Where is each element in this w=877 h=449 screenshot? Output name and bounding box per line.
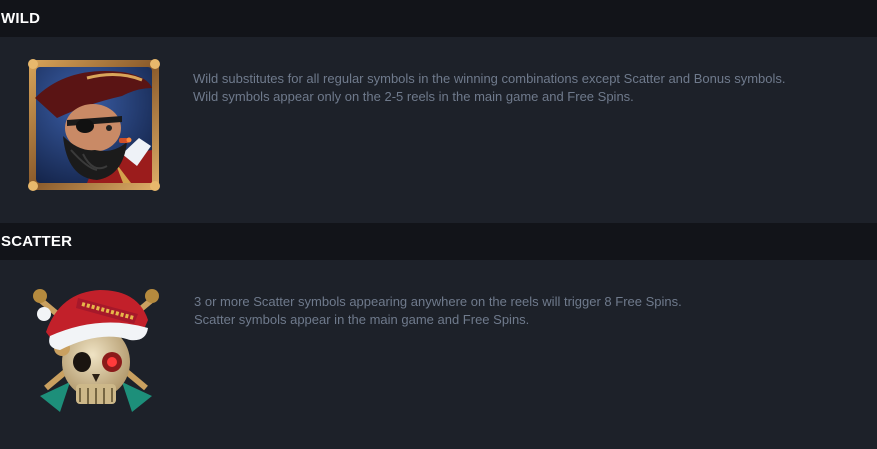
scatter-header: SCATTER (0, 223, 877, 260)
scatter-description: 3 or more Scatter symbols appearing anyw… (194, 293, 834, 329)
wild-title: WILD (1, 10, 41, 27)
scatter-desc-line-1: 3 or more Scatter symbols appearing anyw… (194, 294, 682, 309)
scatter-body: 3 or more Scatter symbols appearing anyw… (0, 260, 877, 448)
scatter-section: SCATTER 3 or more Scatter symbols appear… (0, 223, 877, 448)
scatter-title: SCATTER (1, 233, 73, 250)
wild-body: Wild substitutes for all regular symbols… (0, 37, 877, 223)
santa-hat-skull-scatter-icon (30, 284, 162, 417)
pirate-captain-wild-icon (27, 58, 161, 192)
wild-desc-line-2: Wild symbols appear only on the 2-5 reel… (193, 89, 634, 104)
scatter-desc-line-2: Scatter symbols appear in the main game … (194, 312, 530, 327)
wild-section: WILD Wild substitutes for all regular sy… (0, 0, 877, 223)
wild-description: Wild substitutes for all regular symbols… (193, 70, 833, 106)
wild-header: WILD (0, 0, 877, 37)
wild-desc-line-1: Wild substitutes for all regular symbols… (193, 71, 786, 86)
